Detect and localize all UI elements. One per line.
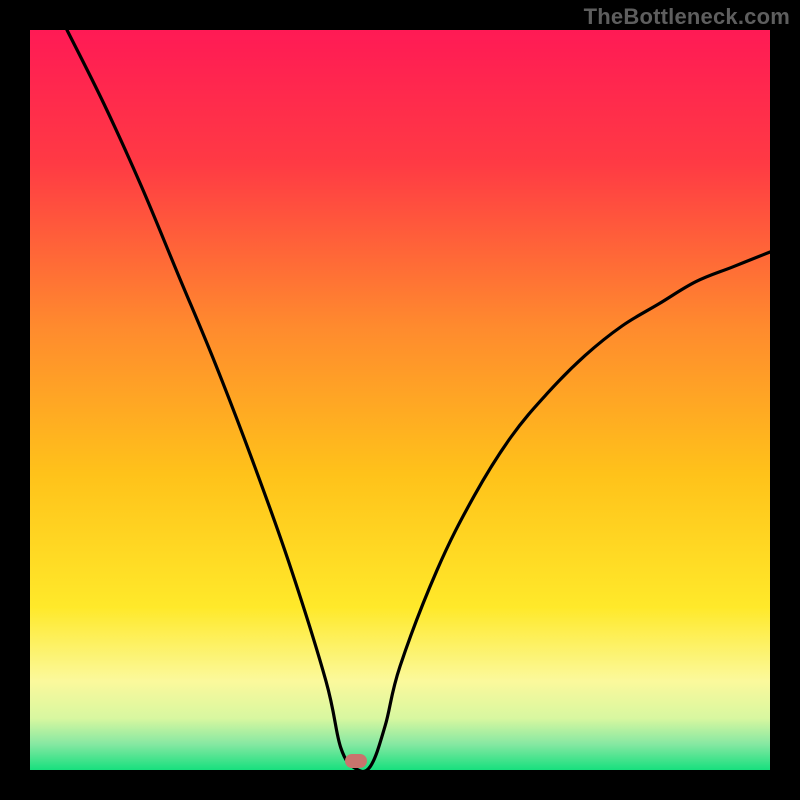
watermark-text: TheBottleneck.com [584,4,790,30]
gradient-background [30,30,770,770]
chart-frame: TheBottleneck.com [0,0,800,800]
plot-area [30,30,770,770]
chart-svg [30,30,770,770]
optimum-marker [345,754,367,768]
